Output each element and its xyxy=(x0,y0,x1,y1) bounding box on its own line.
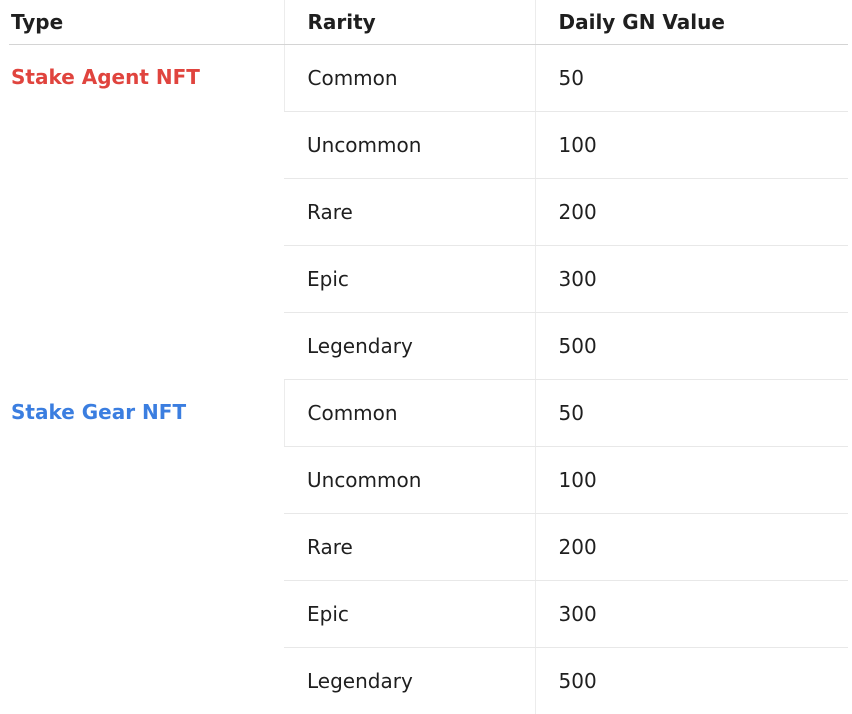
rarity-cell: Epic xyxy=(284,246,535,313)
type-label-stake-gear-nft: Stake Gear NFT xyxy=(11,400,284,424)
value-cell: 200 xyxy=(535,179,848,246)
table-row: Stake Agent NFT Common 50 xyxy=(9,45,848,112)
rarity-cell: Epic xyxy=(284,581,535,648)
value-cell: 50 xyxy=(535,45,848,112)
type-cell-stake-gear: Stake Gear NFT xyxy=(9,380,284,714)
table-row: Stake Gear NFT Common 50 xyxy=(9,380,848,447)
value-cell: 50 xyxy=(535,380,848,447)
value-cell: 300 xyxy=(535,581,848,648)
type-cell-stake-agent: Stake Agent NFT xyxy=(9,45,284,380)
rarity-cell: Legendary xyxy=(284,648,535,714)
staking-rewards-table: Type Rarity Daily GN Value Stake Agent N… xyxy=(9,0,848,714)
staking-rewards-table-container: Type Rarity Daily GN Value Stake Agent N… xyxy=(9,0,848,714)
type-label-stake-agent-nft: Stake Agent NFT xyxy=(11,65,284,89)
rarity-cell: Legendary xyxy=(284,313,535,380)
header-rarity: Rarity xyxy=(284,0,535,45)
rarity-cell: Rare xyxy=(284,514,535,581)
header-daily-gn-value: Daily GN Value xyxy=(535,0,848,45)
value-cell: 500 xyxy=(535,648,848,714)
value-cell: 200 xyxy=(535,514,848,581)
rarity-cell: Uncommon xyxy=(284,112,535,179)
value-cell: 100 xyxy=(535,447,848,514)
header-type: Type xyxy=(9,0,284,45)
value-cell: 500 xyxy=(535,313,848,380)
value-cell: 300 xyxy=(535,246,848,313)
value-cell: 100 xyxy=(535,112,848,179)
rarity-cell: Rare xyxy=(284,179,535,246)
rarity-cell: Uncommon xyxy=(284,447,535,514)
table-header-row: Type Rarity Daily GN Value xyxy=(9,0,848,45)
rarity-cell: Common xyxy=(284,45,535,112)
rarity-cell: Common xyxy=(284,380,535,447)
